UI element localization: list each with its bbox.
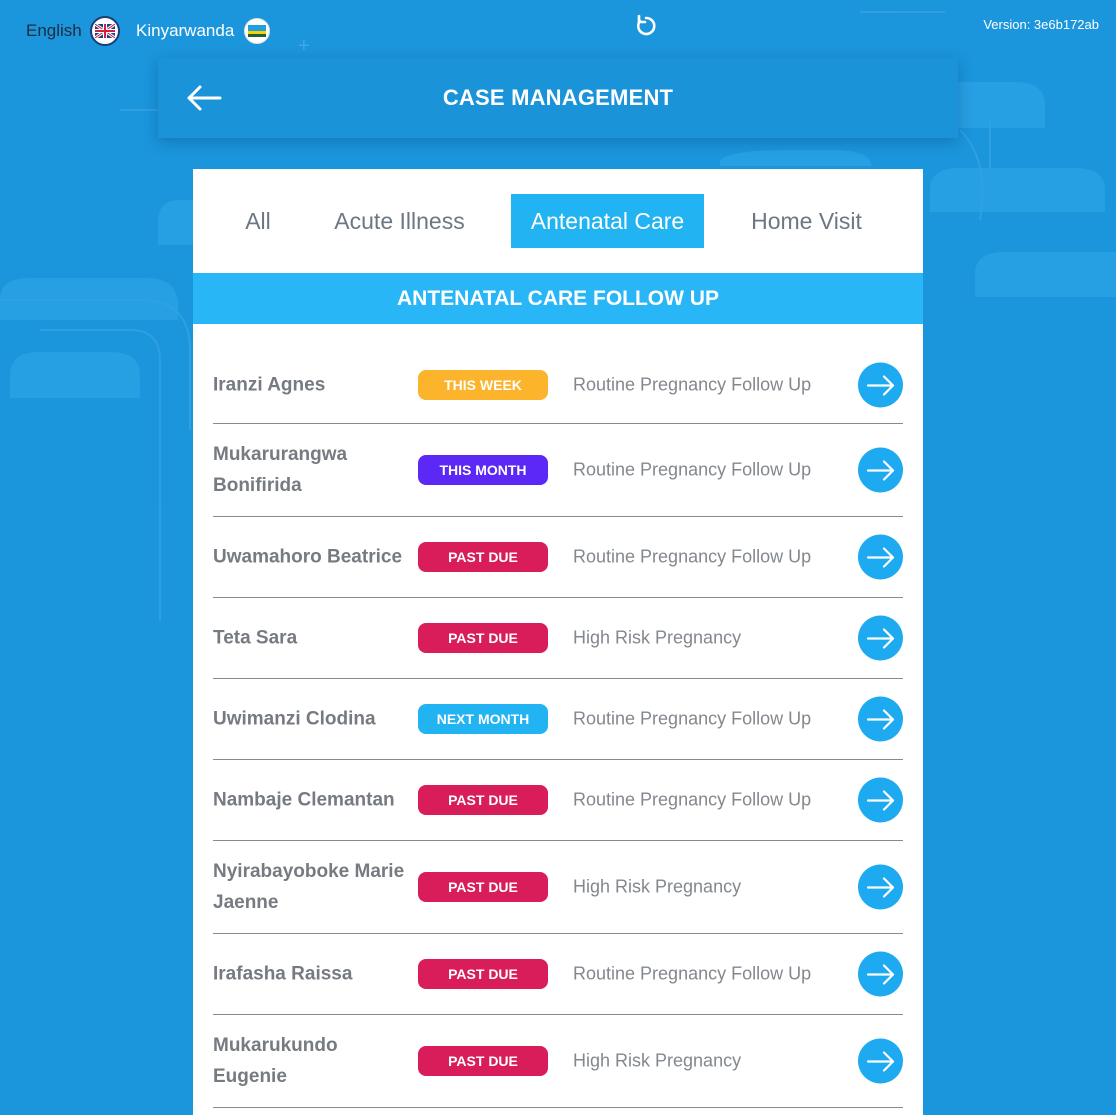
visit-type: Routine Pregnancy Follow Up xyxy=(573,789,812,810)
status-badge: PAST DUE xyxy=(418,872,548,902)
version-label: Version: 3e6b172ab xyxy=(983,17,1099,32)
arrow-right-icon xyxy=(866,374,894,396)
open-case-button[interactable] xyxy=(858,615,903,661)
list-item: Uwamahoro Beatrice PAST DUE Routine Preg… xyxy=(213,517,903,598)
open-case-button[interactable] xyxy=(858,447,903,493)
status-badge: PAST DUE xyxy=(418,959,548,989)
tab-home-visit[interactable]: Home Visit xyxy=(733,194,880,248)
uk-flag-icon xyxy=(89,16,120,46)
patient-name: Iranzi Agnes xyxy=(213,374,326,396)
patient-name: Uwamahoro Beatrice xyxy=(213,546,403,568)
tab-antenatal-care[interactable]: Antenatal Care xyxy=(511,194,704,248)
arrow-right-icon xyxy=(866,546,894,568)
status-badge: PAST DUE xyxy=(418,623,548,653)
arrow-right-icon xyxy=(866,627,894,649)
arrow-right-icon xyxy=(866,1050,894,1072)
tab-acute-illness[interactable]: Acute Illness xyxy=(321,194,478,248)
list-item: Teta Sara PAST DUE High Risk Pregnancy xyxy=(213,598,903,679)
patient-name: Irafasha Raissa xyxy=(213,963,353,985)
case-card: All Acute Illness Antenatal Care Home Vi… xyxy=(193,169,923,1115)
open-case-button[interactable] xyxy=(858,696,903,742)
page-header: CASE MANAGEMENT xyxy=(158,58,958,138)
arrow-right-icon xyxy=(866,708,894,730)
patient-name: Teta Sara xyxy=(213,627,298,649)
tab-all[interactable]: All xyxy=(228,194,288,248)
arrow-right-icon xyxy=(866,876,894,898)
patient-name: Mukarukundo Eugenie xyxy=(213,1035,338,1087)
open-case-button[interactable] xyxy=(858,1038,903,1084)
refresh-icon[interactable] xyxy=(632,12,660,40)
patient-name: Uwimanzi Clodina xyxy=(213,708,376,730)
arrow-right-icon xyxy=(866,459,894,481)
list-item: Iranzi Agnes THIS WEEK Routine Pregnancy… xyxy=(213,347,903,424)
status-badge: THIS WEEK xyxy=(418,370,548,400)
tab-bar: All Acute Illness Antenatal Care Home Vi… xyxy=(193,169,923,273)
patient-name: Mukarurangwa Bonifirida xyxy=(213,444,348,496)
language-kinyarwanda-label: Kinyarwanda xyxy=(136,21,235,40)
status-badge: PAST DUE xyxy=(418,1046,548,1076)
section-title: ANTENATAL CARE FOLLOW UP xyxy=(193,273,923,324)
page-title: CASE MANAGEMENT xyxy=(442,85,674,110)
status-badge: PAST DUE xyxy=(418,542,548,572)
arrow-right-icon xyxy=(866,963,894,985)
open-case-button[interactable] xyxy=(858,534,903,580)
status-badge: THIS MONTH xyxy=(418,455,548,485)
open-case-button[interactable] xyxy=(858,864,903,910)
patient-name: Nambaje Clemantan xyxy=(213,789,395,811)
open-case-button[interactable] xyxy=(858,362,903,408)
list-item: Nyirabayoboke Marie Jaenne PAST DUE High… xyxy=(213,841,903,934)
status-badge: NEXT MONTH xyxy=(418,704,548,734)
list-item: Mukarukundo Eugenie PAST DUE High Risk P… xyxy=(213,1015,903,1108)
list-item: Mukarurangwa Bonifirida THIS MONTH Routi… xyxy=(213,424,903,517)
visit-type: High Risk Pregnancy xyxy=(573,1050,742,1071)
case-list: Iranzi Agnes THIS WEEK Routine Pregnancy… xyxy=(213,347,903,1108)
status-badge: PAST DUE xyxy=(418,785,548,815)
patient-name: Nyirabayoboke Marie Jaenne xyxy=(213,861,405,913)
visit-type: Routine Pregnancy Follow Up xyxy=(573,459,812,480)
list-item: Irafasha Raissa PAST DUE Routine Pregnan… xyxy=(213,934,903,1015)
visit-type: High Risk Pregnancy xyxy=(573,627,742,648)
visit-type: High Risk Pregnancy xyxy=(573,876,742,897)
top-bar: English Kinyarwanda Version: 3e6b172ab xyxy=(0,0,1116,60)
language-english-label: English xyxy=(26,21,82,40)
visit-type: Routine Pregnancy Follow Up xyxy=(573,963,812,984)
list-item: Uwimanzi Clodina NEXT MONTH Routine Preg… xyxy=(213,679,903,760)
open-case-button[interactable] xyxy=(858,951,903,997)
arrow-right-icon xyxy=(866,789,894,811)
rwanda-flag-icon xyxy=(244,18,271,44)
list-item: Nambaje Clemantan PAST DUE Routine Pregn… xyxy=(213,760,903,841)
visit-type: Routine Pregnancy Follow Up xyxy=(573,546,812,567)
visit-type: Routine Pregnancy Follow Up xyxy=(573,708,812,729)
language-kinyarwanda[interactable]: Kinyarwanda xyxy=(136,15,271,47)
language-english[interactable]: English xyxy=(26,15,120,47)
open-case-button[interactable] xyxy=(858,777,903,823)
visit-type: Routine Pregnancy Follow Up xyxy=(573,374,812,395)
